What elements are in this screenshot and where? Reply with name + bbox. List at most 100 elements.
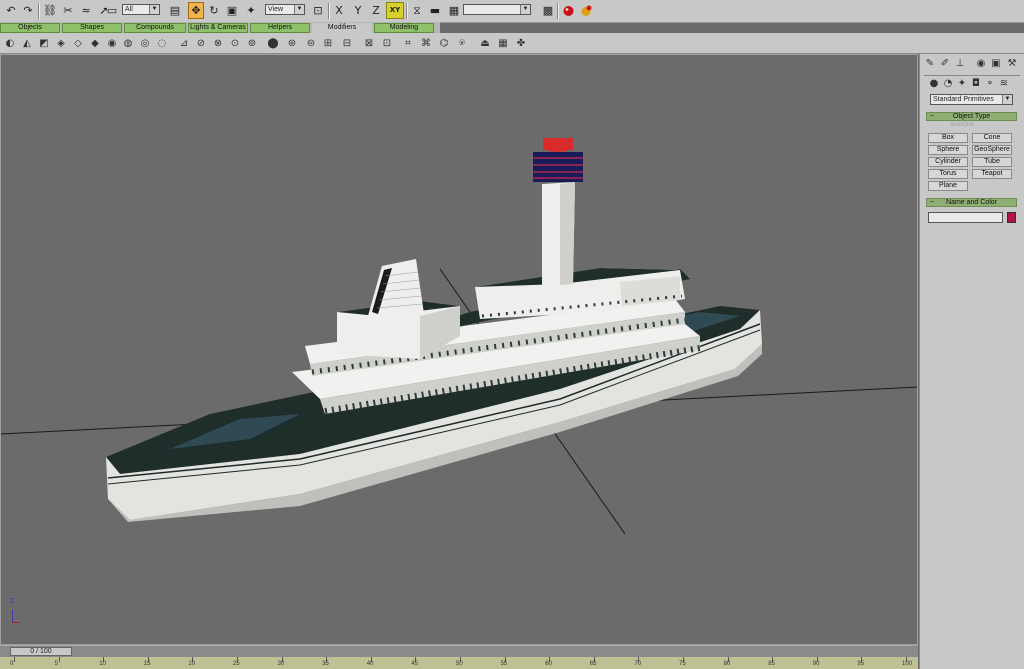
tube-button[interactable]: Tube xyxy=(972,157,1012,167)
utilities-panel-icon[interactable]: ⚒ xyxy=(1006,57,1018,69)
xform-modifier-icon[interactable]: ⊞ xyxy=(322,37,334,49)
select-and-link-icon[interactable]: ⛓ xyxy=(42,2,58,19)
spacewarps-category-icon[interactable]: ≋ xyxy=(998,77,1010,89)
perspective-viewport[interactable]: Z xyxy=(0,54,918,645)
track-bar-tick-label: 100 xyxy=(902,661,913,667)
ripple-modifier-icon[interactable]: ◎ xyxy=(139,37,151,49)
geometry-category-icon[interactable]: ● xyxy=(928,77,940,89)
push-modifier-icon[interactable]: ◉ xyxy=(106,37,118,49)
modify-panel-icon[interactable]: ✐ xyxy=(939,57,951,69)
preserve-modifier-icon[interactable]: ⊟ xyxy=(341,37,353,49)
cameras-category-icon[interactable]: ◘ xyxy=(970,77,982,89)
axis-xy-button[interactable]: XY xyxy=(386,2,404,19)
tab-shapes[interactable]: Shapes xyxy=(62,23,122,33)
motion-panel-icon[interactable]: ◉ xyxy=(975,57,987,69)
cylinder-button[interactable]: Cylinder xyxy=(928,157,968,167)
primitive-category-dropdown[interactable]: Standard Primitives ▼ xyxy=(930,94,1013,105)
skew-modifier-icon[interactable]: ⊿ xyxy=(178,37,190,49)
named-selection-set-dropdown[interactable]: ▼ xyxy=(463,4,531,15)
material-editor-icon[interactable]: ▩ xyxy=(540,2,556,19)
stretch-modifier-icon[interactable]: ◇ xyxy=(72,37,84,49)
redo-icon[interactable]: ↷ xyxy=(20,2,36,19)
mesh-smooth-modifier-icon[interactable]: ⌘ xyxy=(420,37,432,49)
mirror-icon[interactable]: ⧖ xyxy=(409,2,425,19)
select-region-icon[interactable]: ▭ xyxy=(104,2,120,19)
manipulate-icon[interactable]: ✦ xyxy=(243,2,259,19)
align-icon[interactable]: ▬ xyxy=(427,2,443,19)
select-and-move-icon[interactable]: ✥ xyxy=(188,2,204,19)
geosphere-button[interactable]: GeoSphere xyxy=(972,145,1012,155)
object-type-rollout-header[interactable]: − Object Type xyxy=(926,112,1017,121)
layer-manager-icon[interactable]: ▦ xyxy=(446,2,462,19)
hierarchy-panel-icon[interactable]: ⊥ xyxy=(954,57,966,69)
helpers-category-icon[interactable]: ⚬ xyxy=(984,77,996,89)
select-and-rotate-icon[interactable]: ↻ xyxy=(206,2,222,19)
unlink-icon[interactable]: ✂ xyxy=(60,2,76,19)
uvw-map-modifier-icon[interactable]: ⌗ xyxy=(402,37,414,49)
display-panel-icon[interactable]: ▣ xyxy=(990,57,1002,69)
shapes-category-icon[interactable]: ◔ xyxy=(942,77,954,89)
track-bar-tick-label: 25 xyxy=(233,661,240,667)
box-button[interactable]: Box xyxy=(928,133,968,143)
track-bar[interactable]: 0 5 10 15 20 25 30 35 40 45 50 55 60 65 70 75 80 85 90 95 10… xyxy=(0,657,918,669)
lattice-modifier-icon[interactable]: ⬤ xyxy=(267,37,279,49)
tab-objects[interactable]: Objects xyxy=(0,23,60,33)
track-bar-tick-label: 30 xyxy=(277,661,285,667)
selection-filter-dropdown[interactable]: All ▼ xyxy=(122,4,160,15)
tab-lights-cameras[interactable]: Lights & Cameras xyxy=(188,23,248,33)
extrude-modifier-icon[interactable]: ⏏ xyxy=(479,37,491,49)
bind-space-warp-icon[interactable]: ≈ xyxy=(78,2,94,19)
teapot-button[interactable]: Teapot xyxy=(972,169,1012,179)
lights-category-icon[interactable]: ✦ xyxy=(956,77,968,89)
button-label: Plane xyxy=(939,182,957,189)
spherify-modifier-icon[interactable]: ⊙ xyxy=(229,37,241,49)
mirror-modifier-icon[interactable]: ⊛ xyxy=(286,37,298,49)
name-and-color-rollout-header[interactable]: − Name and Color xyxy=(926,198,1017,207)
affect-region-modifier-icon[interactable]: ⊚ xyxy=(246,37,258,49)
select-by-name-icon[interactable]: ▤ xyxy=(167,2,183,19)
noise-modifier-icon[interactable]: ◈ xyxy=(55,37,67,49)
modifier-toolbar: ◐ ◭ ◩ ◈ ◇ ◆ ◉ ◍ ◎ ◌ ⊿ ⊘ ⊗ ⊙ ⊚ ⬤ ⊛ ⊜ ⊞ ⊟ … xyxy=(0,33,1024,54)
autogrid-checkbox[interactable]: AutoGrid xyxy=(950,122,974,128)
optimize-modifier-icon[interactable]: ⌬ xyxy=(438,37,450,49)
plane-button[interactable]: Plane xyxy=(928,181,968,191)
object-color-swatch[interactable] xyxy=(1007,212,1016,223)
tab-compounds[interactable]: Compounds xyxy=(124,23,186,33)
render-scene-icon[interactable] xyxy=(560,2,576,19)
time-slider-thumb[interactable]: 0 / 100 xyxy=(10,647,72,656)
bend-modifier-icon[interactable]: ◐ xyxy=(4,37,16,49)
use-pivot-center-icon[interactable]: ⊡ xyxy=(310,2,326,19)
slice-modifier-icon[interactable]: ⊘ xyxy=(195,37,207,49)
taper-modifier-icon[interactable]: ◭ xyxy=(21,37,33,49)
axis-z-icon[interactable]: Z xyxy=(368,2,384,19)
tab-modeling[interactable]: Modeling xyxy=(374,23,434,33)
tab-helpers[interactable]: Helpers xyxy=(250,23,310,33)
squeeze-modifier-icon[interactable]: ◆ xyxy=(89,37,101,49)
cone-button[interactable]: Cone xyxy=(972,133,1012,143)
quick-render-teapot-icon xyxy=(581,5,591,16)
shell-modifier-icon[interactable]: ⊗ xyxy=(212,37,224,49)
displace-modifier-icon[interactable]: ⊜ xyxy=(305,37,317,49)
bevel-modifier-icon[interactable]: ✤ xyxy=(515,37,527,49)
create-panel-icon[interactable]: ✎ xyxy=(924,57,936,69)
undo-icon[interactable]: ↶ xyxy=(3,2,19,19)
edit-poly-modifier-icon[interactable]: ⊡ xyxy=(381,37,393,49)
edit-mesh-modifier-icon[interactable]: ⊠ xyxy=(363,37,375,49)
axis-x-icon[interactable]: X xyxy=(331,2,347,19)
tessellate-modifier-icon[interactable]: ⍟ xyxy=(456,37,468,49)
twist-modifier-icon[interactable]: ◩ xyxy=(38,37,50,49)
tab-label: Objects xyxy=(18,24,42,31)
lathe-modifier-icon[interactable]: ▦ xyxy=(497,37,509,49)
sphere-button[interactable]: Sphere xyxy=(928,145,968,155)
select-and-scale-icon[interactable]: ▣ xyxy=(224,2,240,19)
reference-coordinate-dropdown[interactable]: View ▼ xyxy=(265,4,305,15)
track-bar-tick xyxy=(58,657,60,662)
quick-render-icon[interactable] xyxy=(578,2,594,19)
wave-modifier-icon[interactable]: ◌ xyxy=(156,37,168,49)
relax-modifier-icon[interactable]: ◍ xyxy=(122,37,134,49)
axis-z-label: Z xyxy=(10,598,15,605)
tab-modifiers[interactable]: Modifiers xyxy=(312,23,372,33)
torus-button[interactable]: Torus xyxy=(928,169,968,179)
axis-y-icon[interactable]: Y xyxy=(350,2,366,19)
object-name-field[interactable] xyxy=(928,212,1003,223)
